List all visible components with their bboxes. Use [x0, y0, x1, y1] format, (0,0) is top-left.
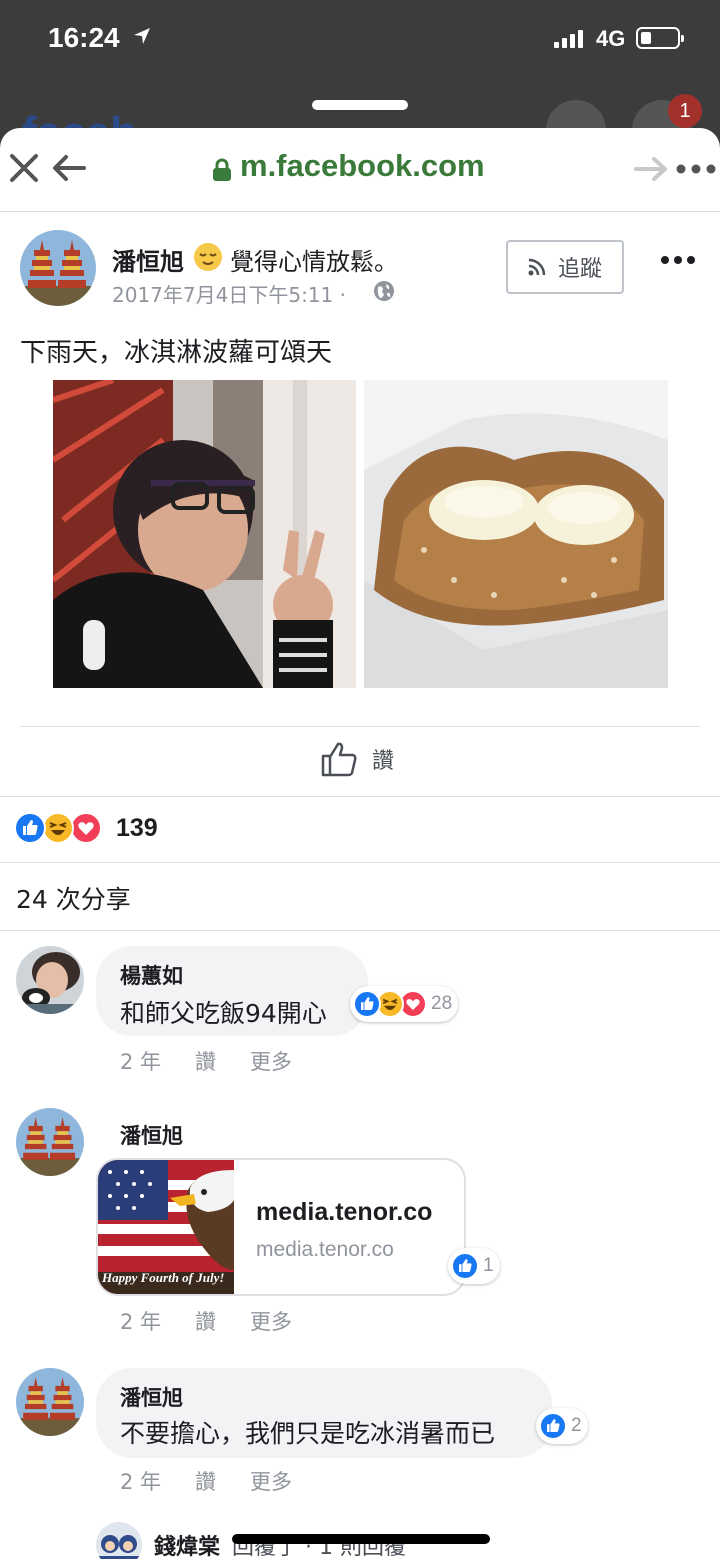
actions-divider — [0, 796, 720, 797]
comment-reactions[interactable]: 2 — [536, 1408, 588, 1444]
browser-sheet: m.facebook.com 潘恒旭 覺得心情放鬆。 2017年7月4日下午5:… — [0, 128, 720, 1559]
comment-reaction-count: 1 — [483, 1255, 494, 1276]
link-title: media.tenor.co — [256, 1198, 433, 1226]
comment-reaction-count: 2 — [571, 1415, 582, 1436]
reaction-count: 139 — [116, 813, 158, 842]
like-button[interactable]: 讚 — [320, 740, 394, 778]
comment-more-link[interactable]: 更多 — [250, 1306, 292, 1336]
relieved-face-icon — [194, 243, 222, 271]
comment-like-link[interactable]: 讚 — [195, 1046, 216, 1076]
comment-more-link[interactable]: 更多 — [250, 1046, 292, 1076]
shares-divider — [0, 930, 720, 931]
url-host[interactable]: m.facebook.com — [240, 148, 485, 184]
back-arrow-icon[interactable] — [52, 152, 86, 184]
comment-more-link[interactable]: 更多 — [250, 1466, 292, 1496]
notification-badge: 1 — [668, 94, 702, 128]
commenter-name[interactable]: 潘恒旭 — [120, 1382, 183, 1412]
comment-text: 和師父吃飯94開心 — [120, 999, 327, 1028]
more-options-icon[interactable] — [676, 164, 716, 174]
public-globe-icon — [374, 281, 394, 301]
location-arrow-icon — [134, 28, 150, 44]
battery-icon — [636, 27, 684, 49]
comment-meta: 2 年 讚 更多 — [120, 1466, 292, 1496]
status-bar: 16:24 4G — [0, 0, 720, 80]
reply-author-name: 錢煒棠 — [154, 1535, 221, 1559]
post-photo-selfie[interactable] — [53, 380, 356, 688]
signal-icon — [554, 28, 583, 48]
commenter-avatar[interactable] — [16, 946, 84, 1014]
reply-author-avatar — [96, 1522, 142, 1559]
commenter-avatar[interactable] — [16, 1108, 84, 1176]
comment-reactions[interactable]: 28 — [350, 986, 459, 1022]
like-reaction-icon — [14, 812, 46, 844]
post-divider — [20, 726, 700, 727]
like-reaction-icon — [353, 990, 381, 1018]
comment-meta: 2 年 讚 更多 — [120, 1046, 292, 1076]
link-thumbnail-caption: Happy Fourth of July! — [102, 1270, 225, 1285]
like-reaction-icon — [451, 1252, 479, 1280]
like-label: 讚 — [372, 749, 395, 774]
status-time: 16:24 — [48, 22, 120, 53]
link-preview-card[interactable]: Happy Fourth of July! media.tenor.co med… — [96, 1158, 466, 1296]
follow-button[interactable]: 追蹤 — [506, 240, 624, 294]
comment-age: 2 年 — [120, 1470, 162, 1494]
home-indicator — [232, 1534, 490, 1544]
commenter-avatar[interactable] — [16, 1368, 84, 1436]
comment-like-link[interactable]: 讚 — [195, 1466, 216, 1496]
commenter-name[interactable]: 潘恒旭 — [120, 1120, 183, 1150]
comment-age: 2 年 — [120, 1310, 162, 1334]
feeling-text: 覺得心情放鬆。 — [230, 248, 398, 276]
comment-reactions[interactable]: 1 — [448, 1248, 500, 1284]
rss-feed-icon — [528, 258, 546, 276]
follow-label: 追蹤 — [557, 257, 602, 282]
thumbs-up-outline-icon — [321, 742, 357, 777]
like-reaction-icon — [539, 1412, 567, 1440]
love-reaction-icon — [70, 812, 102, 844]
network-type: 4G — [596, 26, 626, 51]
reactions-divider — [0, 862, 720, 863]
comment-reaction-count: 28 — [431, 993, 453, 1014]
commenter-name[interactable]: 楊蕙如 — [120, 960, 183, 990]
comment-text: 不要擔心，我們只是吃冰消暑而已 — [120, 1419, 496, 1448]
haha-reaction-icon — [42, 812, 74, 844]
author-name[interactable]: 潘恒旭 — [112, 242, 184, 277]
share-count[interactable]: 24 次分享 — [16, 880, 131, 916]
post-photo-ice-cream-pastry[interactable] — [364, 380, 668, 688]
lock-icon — [213, 158, 231, 181]
sheet-grabber[interactable] — [312, 100, 408, 110]
close-icon[interactable] — [8, 152, 40, 184]
comment-like-link[interactable]: 讚 — [195, 1306, 216, 1336]
forward-arrow-icon[interactable] — [634, 154, 668, 184]
author-avatar[interactable] — [20, 230, 96, 306]
comment-meta: 2 年 讚 更多 — [120, 1306, 292, 1336]
link-host: media.tenor.co — [256, 1238, 394, 1261]
post-menu-icon[interactable] — [660, 254, 696, 266]
post-text: 下雨天，冰淇淋波蘿可頌天 — [20, 338, 333, 368]
url-bar: m.facebook.com — [0, 128, 720, 212]
post-timestamp[interactable]: 2017年7月4日下午5:11 · — [112, 279, 346, 308]
comment-age: 2 年 — [120, 1050, 162, 1074]
reaction-summary[interactable]: 139 — [14, 812, 158, 844]
